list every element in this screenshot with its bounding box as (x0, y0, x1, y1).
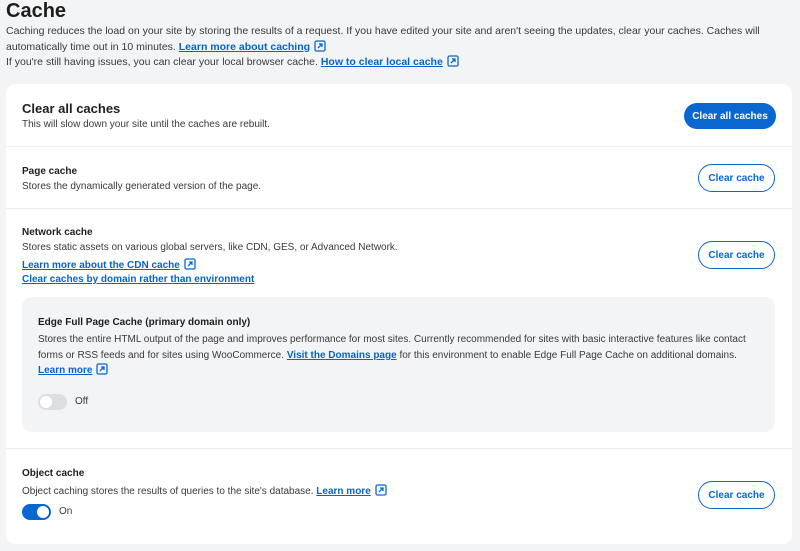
clear-local-cache-label: How to clear local cache (320, 56, 443, 68)
toggle-knob (40, 396, 52, 408)
intro-description: Caching reduces the load on your site by… (6, 25, 760, 53)
object-cache-description: Object caching stores the results of que… (22, 486, 314, 497)
edge-cache-title: Edge Full Page Cache (primary domain onl… (38, 317, 251, 328)
clear-local-cache-link[interactable]: How to clear local cache (321, 56, 443, 68)
object-cache-section: Object cache Object caching stores the r… (6, 449, 792, 544)
object-cache-title: Object cache (22, 468, 85, 479)
external-link-icon (375, 484, 387, 496)
edge-learn-more-link[interactable]: Learn more (38, 365, 92, 376)
learn-more-caching-link[interactable]: Learn more about caching (179, 41, 310, 53)
network-cache-title: Network cache (22, 227, 93, 238)
clear-all-description: This will slow down your site until the … (22, 119, 270, 130)
external-link-icon (447, 55, 459, 67)
object-cache-desc-row: Object caching stores the results of que… (22, 484, 387, 497)
network-cache-section: Network cache Stores static assets on va… (6, 209, 792, 449)
page-cache-description: Stores the dynamically generated version… (22, 181, 262, 192)
page-title: Cache (6, 0, 67, 22)
page-cache-section: Page cache Stores the dynamically genera… (6, 147, 792, 209)
network-cache-description: Stores static assets on various global s… (22, 242, 398, 253)
clear-all-caches-button[interactable]: Clear all caches (684, 103, 776, 129)
object-learn-more-link[interactable]: Learn more (316, 486, 370, 497)
clear-all-section: Clear all caches This will slow down you… (6, 84, 792, 147)
edge-toggle-state: Off (75, 396, 89, 407)
clear-all-title: Clear all caches (22, 101, 121, 116)
edge-cache-toggle[interactable] (38, 394, 67, 410)
toggle-knob (37, 506, 49, 518)
clear-by-domain-link[interactable]: Clear caches by domain rather than envir… (22, 274, 254, 285)
clear-network-cache-button[interactable]: Clear cache (698, 241, 775, 269)
visit-domains-link[interactable]: Visit the Domains page (287, 350, 397, 361)
cdn-link-row: Learn more about the CDN cache (22, 258, 196, 271)
page-cache-title: Page cache (22, 166, 78, 177)
edge-cache-box: Edge Full Page Cache (primary domain onl… (22, 297, 775, 432)
learn-more-caching-label: Learn more about caching (178, 40, 311, 53)
cache-card: Clear all caches This will slow down you… (6, 84, 792, 544)
edge-cache-description: Stores the entire HTML output of the pag… (38, 332, 763, 379)
external-link-icon (96, 363, 109, 375)
domain-link-row: Clear caches by domain rather than envir… (22, 274, 254, 285)
clear-object-cache-button[interactable]: Clear cache (698, 481, 775, 509)
object-toggle-state: On (59, 506, 73, 517)
intro-text: Caching reduces the load on your site by… (6, 24, 796, 71)
intro-browser-cache-text: If you're still having issues, you can c… (6, 56, 318, 68)
learn-more-cdn-link[interactable]: Learn more about the CDN cache (22, 260, 180, 271)
object-cache-toggle[interactable] (22, 504, 51, 520)
clear-page-cache-button[interactable]: Clear cache (698, 164, 775, 192)
external-link-icon (314, 39, 326, 52)
edge-desc-part2: for this environment to enable Edge Full… (399, 349, 737, 361)
external-link-icon (184, 258, 196, 270)
